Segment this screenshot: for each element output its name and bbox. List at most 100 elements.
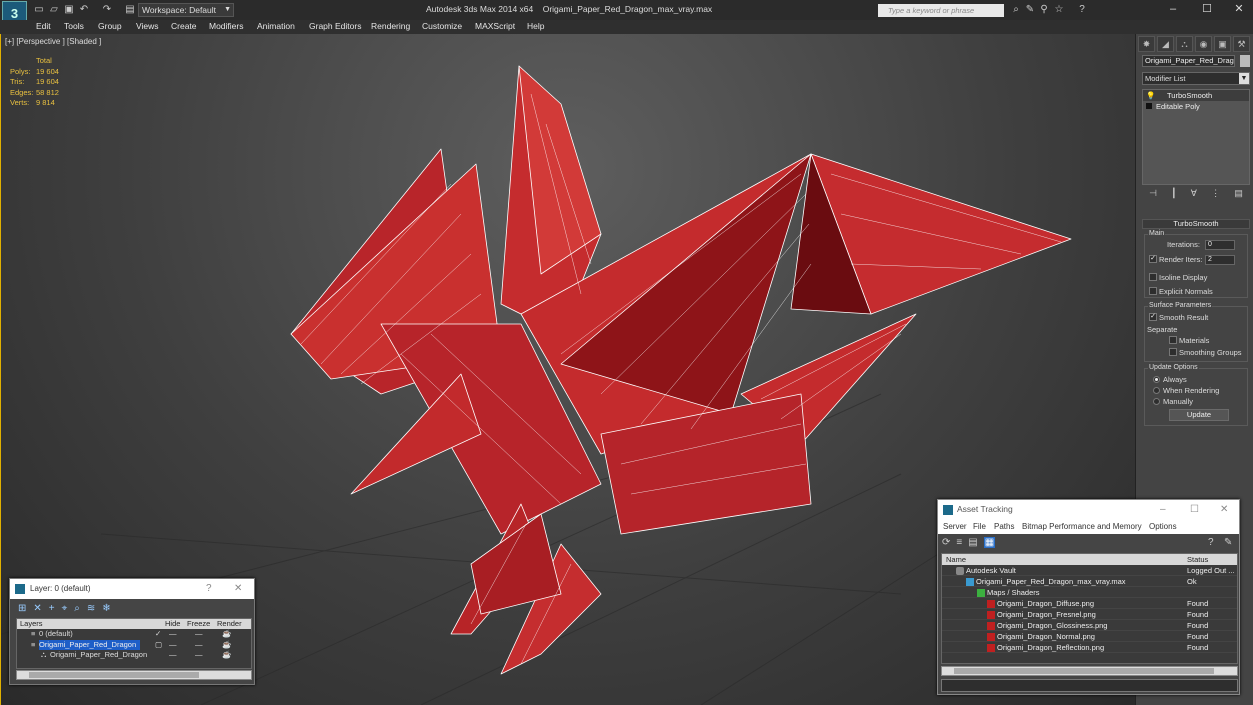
select-objects-icon[interactable]: ⌖ (62, 603, 68, 614)
layer-object-row[interactable]: ⛬ Origami_Paper_Red_Dragon — — ☕ (17, 650, 251, 661)
create-layer-icon[interactable]: ⊞ (18, 603, 26, 614)
menu-maxscript[interactable]: MAXScript (475, 21, 515, 31)
hierarchy-tab-icon[interactable]: ⛬ (1176, 36, 1193, 52)
undo-icon[interactable]: ↶ (78, 4, 90, 16)
asset-path-field[interactable] (941, 679, 1238, 692)
object-name-field[interactable]: Origami_Paper_Red_Dragon (1142, 55, 1235, 67)
render-iters-checkbox[interactable]: ✓ (1149, 255, 1157, 263)
asset-dialog-title-bar[interactable]: Asset Tracking – ☐ ✕ (938, 500, 1239, 519)
new-file-icon[interactable]: ▭ (33, 4, 45, 16)
always-radio[interactable] (1153, 376, 1160, 383)
dialog-maximize-button[interactable]: ☐ (1190, 500, 1199, 519)
menu-graph-editors[interactable]: Graph Editors (309, 21, 361, 31)
asset-menu-bitmap-performance[interactable]: Bitmap Performance and Memory (1022, 519, 1142, 534)
utilities-tab-icon[interactable]: ⚒ (1233, 36, 1250, 52)
asset-menu-paths[interactable]: Paths (994, 519, 1014, 534)
lightbulb-icon[interactable]: 💡 (1146, 90, 1155, 101)
render-iters-spinner[interactable]: 2 (1205, 255, 1235, 265)
redo-icon[interactable]: ↷ (101, 4, 113, 16)
delete-layer-icon[interactable]: ✕ (33, 603, 41, 614)
hide-dash-icon[interactable]: — (169, 640, 177, 650)
display-tab-icon[interactable]: ▣ (1214, 36, 1231, 52)
add-to-layer-icon[interactable]: + (49, 603, 55, 614)
isoline-display-checkbox[interactable] (1149, 273, 1157, 281)
freeze-dash-icon[interactable]: — (195, 629, 203, 639)
materials-checkbox[interactable] (1169, 336, 1177, 344)
help-button[interactable]: ? (206, 579, 212, 599)
freeze-dash-icon[interactable]: — (195, 640, 203, 650)
highlight-editor-icon[interactable]: ✎ (1224, 537, 1232, 548)
asset-row[interactable]: Origami_Paper_Red_Dragon_max_vray.max Ok (942, 576, 1237, 587)
asset-row[interactable]: Origami_Dragon_Diffuse.png Found (942, 598, 1237, 609)
maximize-button[interactable]: ☐ (1196, 2, 1218, 16)
dialog-close-button[interactable]: ✕ (234, 579, 242, 599)
menu-create[interactable]: Create (171, 21, 197, 31)
hide-dash-icon[interactable]: — (169, 650, 177, 660)
smoothing-groups-checkbox[interactable] (1169, 348, 1177, 356)
freeze-all-layers-icon[interactable]: ❄ (102, 603, 110, 614)
asset-row[interactable]: Origami_Dragon_Fresnel.png Found (942, 609, 1237, 620)
asset-menu-server[interactable]: Server (943, 519, 967, 534)
asset-row[interactable]: Origami_Dragon_Normal.png Found (942, 631, 1237, 642)
dialog-close-button[interactable]: ✕ (1220, 500, 1228, 519)
menu-rendering[interactable]: Rendering (371, 21, 410, 31)
render-teapot-icon[interactable]: ☕ (222, 640, 231, 650)
viewport-label[interactable]: [+] [Perspective ] [Shaded ] (5, 37, 101, 46)
search-input[interactable]: Type a keyword or phrase (878, 4, 1004, 17)
scrollbar-thumb[interactable] (954, 668, 1214, 674)
pin-stack-icon[interactable]: ⊣ (1149, 188, 1157, 202)
modifier-list-dropdown[interactable]: Modifier List ▼ (1142, 72, 1250, 85)
menu-customize[interactable]: Customize (422, 21, 462, 31)
help-icon[interactable]: ? (1076, 4, 1088, 16)
menu-help[interactable]: Help (527, 21, 544, 31)
favorites-star-icon[interactable]: ☆ (1053, 4, 1065, 16)
asset-row[interactable]: Origami_Dragon_Glossiness.png Found (942, 620, 1237, 631)
save-file-icon[interactable]: ▣ (63, 4, 75, 16)
explicit-normals-checkbox[interactable] (1149, 287, 1157, 295)
close-button[interactable]: ✕ (1228, 2, 1250, 16)
open-file-icon[interactable]: ▱ (48, 4, 60, 16)
create-tab-icon[interactable]: ✸ (1138, 36, 1155, 52)
freeze-dash-icon[interactable]: — (195, 650, 203, 660)
asset-row[interactable]: Origami_Dragon_Reflection.png Found (942, 642, 1237, 653)
object-color-swatch[interactable] (1240, 55, 1250, 67)
make-unique-icon[interactable]: ∀ (1191, 188, 1197, 202)
table-view-icon[interactable]: ▦ (983, 537, 996, 548)
menu-tools[interactable]: Tools (64, 21, 84, 31)
render-teapot-icon[interactable]: ☕ (222, 629, 231, 639)
hide-all-layers-icon[interactable]: ≋ (87, 603, 95, 614)
update-button[interactable]: Update (1169, 409, 1229, 421)
layer-row-selected[interactable]: ≡ Origami_Paper_Red_Dragon ▢ — — ☕ (17, 639, 251, 651)
menu-animation[interactable]: Animation (257, 21, 295, 31)
asset-horizontal-scrollbar[interactable] (941, 666, 1238, 676)
menu-views[interactable]: Views (136, 21, 159, 31)
asset-menu-options[interactable]: Options (1149, 519, 1177, 534)
details-view-icon[interactable]: ▤ (968, 537, 977, 548)
remove-modifier-icon[interactable]: ⋮ (1211, 188, 1220, 202)
menu-edit[interactable]: Edit (36, 21, 51, 31)
asset-row[interactable]: Autodesk Vault Logged Out ... (942, 565, 1237, 576)
layer-row[interactable]: ≡ 0 (default) ✓ — — ☕ (17, 629, 251, 640)
binoculars-icon[interactable]: ⌕ (1010, 4, 1022, 16)
turbosmooth-rollout-header[interactable]: TurboSmooth (1142, 219, 1250, 229)
show-end-result-icon[interactable]: ┃ (1171, 188, 1176, 202)
scrollbar-thumb[interactable] (29, 672, 199, 678)
refresh-icon[interactable]: ⟳ (942, 537, 950, 548)
subscription-icon[interactable]: ✎ (1024, 4, 1036, 16)
modify-tab-icon[interactable]: ◢ (1157, 36, 1174, 52)
motion-tab-icon[interactable]: ◉ (1195, 36, 1212, 52)
list-view-icon[interactable]: ≡ (956, 537, 962, 548)
communication-icon[interactable]: ⚲ (1038, 4, 1050, 16)
workspace-dropdown[interactable]: Workspace: Default ▼ (138, 3, 234, 17)
stack-item-editable-poly[interactable]: Editable Poly (1143, 101, 1249, 112)
help-icon[interactable]: ? (1208, 537, 1214, 548)
highlight-layer-icon[interactable]: ⌕ (74, 603, 80, 614)
minimize-button[interactable]: – (1162, 2, 1184, 16)
dialog-minimize-button[interactable]: – (1160, 500, 1166, 519)
configure-modifier-sets-icon[interactable]: ▤ (1234, 188, 1243, 202)
menu-modifiers[interactable]: Modifiers (209, 21, 243, 31)
layer-horizontal-scrollbar[interactable] (16, 670, 252, 680)
asset-menu-file[interactable]: File (973, 519, 986, 534)
project-folder-icon[interactable]: ▤ (124, 4, 136, 16)
menu-group[interactable]: Group (98, 21, 122, 31)
